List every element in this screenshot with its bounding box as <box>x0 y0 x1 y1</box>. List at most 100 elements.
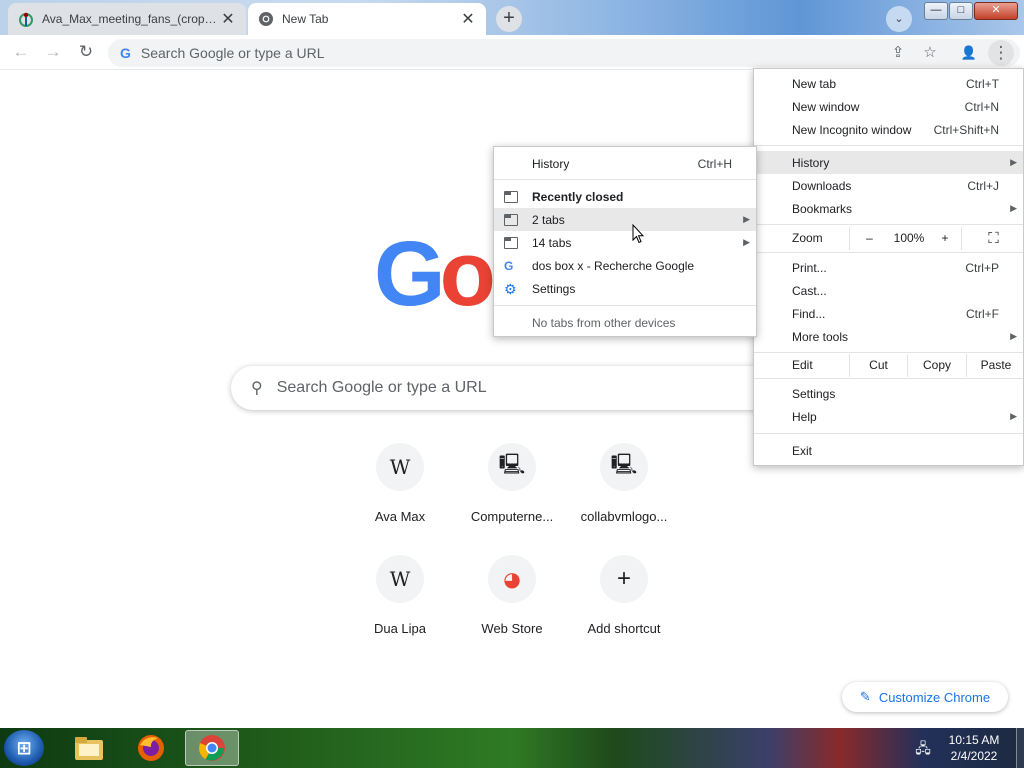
address-bar[interactable]: G Search Google or type a URL <box>108 39 1020 67</box>
recent-item-dos-box[interactable]: G dos box x - Recherche Google <box>494 254 756 277</box>
shortcut-computernewb[interactable]: 🖳 Computerne... <box>456 443 568 524</box>
forward-button[interactable]: → <box>40 39 66 65</box>
maximize-button[interactable]: □ <box>949 2 973 20</box>
menu-item-downloads[interactable]: Downloads Ctrl+J <box>754 174 1023 197</box>
back-button[interactable]: ← <box>8 39 34 65</box>
menu-label: Bookmarks <box>792 201 853 216</box>
shortcut-web-store[interactable]: ◕ Web Store <box>456 555 568 636</box>
submenu-arrow-icon: ▶ <box>1010 331 1017 341</box>
shortcut-label: Add shortcut <box>587 621 661 636</box>
edit-label: Edit <box>792 358 813 372</box>
recently-closed-header[interactable]: Recently closed <box>494 185 756 208</box>
chrome-menu: New tab Ctrl+T New window Ctrl+N New Inc… <box>753 68 1024 466</box>
share-icon[interactable]: ⇪ <box>885 40 911 66</box>
menu-separator <box>494 305 756 306</box>
submenu-arrow-icon: ▶ <box>1010 157 1017 167</box>
network-icon[interactable]: 🖧 <box>914 738 932 756</box>
menu-item-bookmarks[interactable]: Bookmarks ▶ <box>754 197 1023 220</box>
zoom-row: Zoom – 100% + ⛶ <box>754 227 1023 250</box>
clock-date: 2/4/2022 <box>950 749 998 763</box>
submenu-arrow-icon: ▶ <box>1010 203 1017 213</box>
menu-separator <box>754 352 1023 353</box>
history-submenu: History Ctrl+H Recently closed 2 tabs ▶ … <box>493 146 757 337</box>
menu-label: New tab <box>792 76 837 91</box>
history-item[interactable]: History Ctrl+H <box>494 152 756 175</box>
profile-icon[interactable]: 👤 <box>956 40 982 66</box>
menu-label: Settings <box>532 281 576 296</box>
recent-item-2-tabs[interactable]: 2 tabs ▶ <box>494 208 756 231</box>
menu-separator <box>494 179 756 180</box>
menu-label: Find... <box>792 306 826 321</box>
paste-button[interactable]: Paste <box>966 354 1024 377</box>
taskbar-clock[interactable]: 10:15 AM 2/4/2022 <box>938 732 1010 764</box>
computer-icon: 🖳 <box>600 443 648 491</box>
minimize-button[interactable]: — <box>924 2 948 20</box>
plus-icon: + <box>600 555 648 603</box>
menu-item-incognito[interactable]: New Incognito window Ctrl+Shift+N <box>754 118 1023 141</box>
search-icon: ⚲ <box>251 380 263 397</box>
shortcut-label: Computerne... <box>470 509 554 524</box>
no-tabs-other-devices: No tabs from other devices <box>494 311 756 334</box>
menu-label: Print... <box>792 260 827 275</box>
zoom-level: 100% <box>893 231 925 245</box>
menu-item-cast[interactable]: Cast... <box>754 279 1023 302</box>
taskbar-firefox[interactable] <box>124 730 178 766</box>
menu-item-new-tab[interactable]: New tab Ctrl+T <box>754 72 1023 95</box>
copy-button[interactable]: Copy <box>907 354 966 377</box>
menu-item-new-window[interactable]: New window Ctrl+N <box>754 95 1023 118</box>
google-g-icon: G <box>120 45 131 61</box>
shortcut-dua-lipa[interactable]: W Dua Lipa <box>344 555 456 636</box>
tab-ava-max[interactable]: Ava_Max_meeting_fans_(cropped ✕ <box>8 3 246 35</box>
fullscreen-icon[interactable]: ⛶ <box>961 227 1024 250</box>
bookmark-star-icon[interactable]: ☆ <box>917 40 943 66</box>
computer-icon: 🖳 <box>488 443 536 491</box>
close-tab-icon[interactable]: ✕ <box>220 9 236 29</box>
recent-item-settings[interactable]: ⚙ Settings <box>494 277 756 300</box>
menu-label: 14 tabs <box>532 235 572 250</box>
start-button[interactable]: ⊞ <box>4 730 44 766</box>
menu-item-settings[interactable]: Settings <box>754 382 1023 405</box>
submenu-arrow-icon: ▶ <box>743 214 750 224</box>
tab-icon <box>504 236 518 249</box>
shortcut-ava-max[interactable]: W Ava Max <box>344 443 456 524</box>
tab-search-button[interactable]: ⌄ <box>886 6 912 32</box>
reload-button[interactable]: ↻ <box>73 39 99 65</box>
chrome-menu-button[interactable]: ⋮ <box>988 40 1014 66</box>
menu-label: History <box>792 155 830 170</box>
customize-chrome-button[interactable]: ✎ Customize Chrome <box>842 682 1008 712</box>
tab-new-tab[interactable]: New Tab ✕ <box>248 3 486 35</box>
new-tab-button[interactable]: + <box>496 6 522 32</box>
shortcut-collabvm[interactable]: 🖳 collabvmlogo... <box>568 443 680 524</box>
menu-shortcut: Ctrl+T <box>966 76 999 91</box>
close-window-button[interactable]: ✕ <box>974 2 1018 20</box>
zoom-label: Zoom <box>792 231 823 245</box>
zoom-in-button[interactable]: + <box>929 227 961 250</box>
folder-icon <box>75 737 103 760</box>
recent-item-14-tabs[interactable]: 14 tabs ▶ <box>494 231 756 254</box>
shortcut-label: Web Store <box>481 621 543 636</box>
menu-item-more-tools[interactable]: More tools ▶ <box>754 325 1023 348</box>
zoom-out-button[interactable]: – <box>849 227 889 250</box>
shortcut-label: collabvmlogo... <box>580 509 668 524</box>
cut-button[interactable]: Cut <box>849 354 907 377</box>
menu-separator <box>754 433 1023 434</box>
ntp-search-box[interactable]: ⚲ Search Google or type a URL <box>231 366 831 410</box>
menu-shortcut: Ctrl+J <box>967 178 999 193</box>
menu-item-find[interactable]: Find... Ctrl+F <box>754 302 1023 325</box>
close-tab-icon[interactable]: ✕ <box>460 9 476 29</box>
show-desktop-button[interactable] <box>1016 728 1024 768</box>
address-bar-placeholder: Search Google or type a URL <box>140 45 325 61</box>
menu-item-help[interactable]: Help ▶ <box>754 405 1023 428</box>
menu-item-print[interactable]: Print... Ctrl+P <box>754 256 1023 279</box>
shortcut-label: Dua Lipa <box>373 621 427 636</box>
clock-time: 10:15 AM <box>948 733 1000 747</box>
add-shortcut-button[interactable]: + Add shortcut <box>568 555 680 636</box>
taskbar-chrome[interactable] <box>185 730 239 766</box>
menu-separator <box>754 378 1023 379</box>
taskbar-explorer[interactable] <box>62 730 116 766</box>
menu-item-history[interactable]: History ▶ <box>754 151 1023 174</box>
menu-separator <box>754 224 1023 225</box>
menu-label: History <box>532 156 570 171</box>
wikimedia-icon <box>19 12 33 27</box>
menu-item-exit[interactable]: Exit <box>754 439 1023 462</box>
